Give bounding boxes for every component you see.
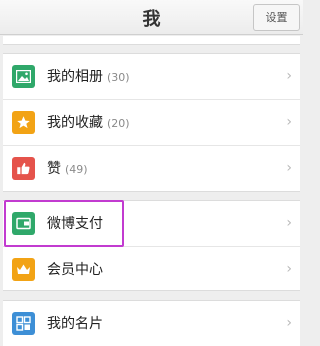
- menu-item-label: 微博支付: [47, 216, 103, 232]
- photo-icon: [12, 65, 35, 88]
- previous-card: [3, 36, 300, 45]
- menu-item-weibo-pay[interactable]: 微博支付 ›: [3, 201, 300, 246]
- chevron-right-icon: ›: [286, 68, 292, 84]
- menu-item-album[interactable]: 我的相册 (30) ›: [3, 54, 300, 99]
- chevron-right-icon: ›: [286, 315, 292, 331]
- menu-item-label: 赞 (49): [47, 161, 88, 177]
- content-card-3: 我的名片 ›: [3, 300, 300, 346]
- chevron-right-icon: ›: [286, 215, 292, 231]
- menu-item-favorites[interactable]: 我的收藏 (20) ›: [3, 100, 300, 145]
- menu-item-label: 我的相册 (30): [47, 69, 130, 85]
- menu-item-member-center[interactable]: 会员中心 ›: [3, 247, 300, 292]
- chevron-right-icon: ›: [286, 261, 292, 277]
- settings-button[interactable]: 设置: [253, 4, 300, 31]
- card-grid-icon: [12, 312, 35, 335]
- menu-item-label: 我的名片: [47, 316, 103, 332]
- content-card-2: 微博支付 › 会员中心 ›: [3, 200, 300, 291]
- menu-item-label: 会员中心: [47, 262, 103, 278]
- item-count: (20): [107, 117, 130, 130]
- item-count: (49): [65, 163, 88, 176]
- menu-item-likes[interactable]: 赞 (49) ›: [3, 146, 300, 191]
- nav-bar: 我 设置: [0, 0, 303, 35]
- thumbs-up-icon: [12, 157, 35, 180]
- star-icon: [12, 111, 35, 134]
- menu-item-my-card[interactable]: 我的名片 ›: [3, 301, 300, 346]
- chevron-right-icon: ›: [286, 114, 292, 130]
- chevron-right-icon: ›: [286, 160, 292, 176]
- item-count: (30): [107, 71, 130, 84]
- crown-icon: [12, 258, 35, 281]
- wallet-icon: [12, 212, 35, 235]
- menu-item-label: 我的收藏 (20): [47, 115, 130, 131]
- content-card-1: 我的相册 (30) › 我的收藏 (20) › 赞 (49) ›: [3, 53, 300, 192]
